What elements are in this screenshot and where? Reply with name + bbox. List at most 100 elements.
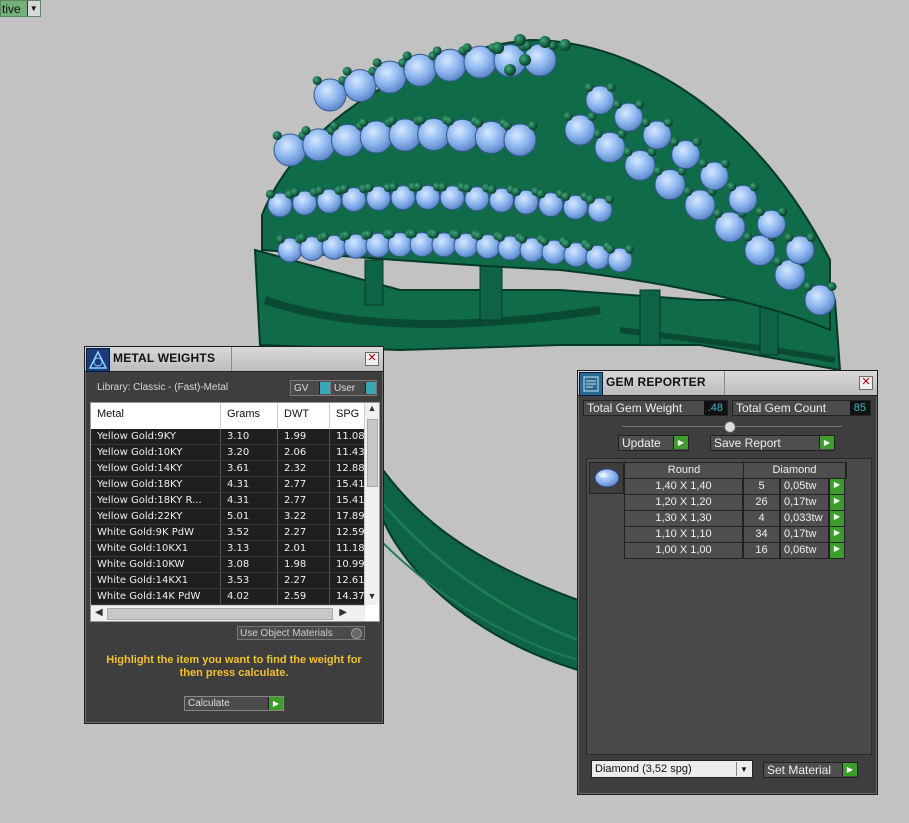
gem-reporter-titlebar[interactable]: GEM REPORTER ✕ [578,371,877,396]
table-row[interactable]: Yellow Gold:14KY 3.61 2.32 12.88 [91,461,365,477]
scroll-thumb[interactable] [367,419,378,487]
update-label: Update [622,436,661,450]
prong-shape [635,99,645,109]
toggle-icon [319,382,330,394]
play-arrow-icon[interactable]: ▶ [842,763,857,776]
gem-row[interactable]: 1,20 X 1,20 26 0,17tw ▶ [624,495,847,511]
prong-shape [625,244,635,254]
scroll-left-icon[interactable]: ◀ [95,607,103,618]
table-cell: Yellow Gold:18KY [91,477,221,492]
calculate-label: Calculate [188,698,230,709]
prong-shape [584,82,594,92]
gem-table-header: Round Diamond [624,462,847,479]
prong-shape [528,121,538,131]
prong-shape [364,183,374,193]
prong-shape [653,166,663,176]
table-cell: 11.18 [330,541,365,556]
table-cell: 2.01 [278,541,330,556]
play-arrow-icon[interactable]: ▶ [819,436,834,449]
play-arrow-icon[interactable]: ▶ [829,495,845,511]
titlebar-divider [231,347,232,371]
play-arrow-icon[interactable]: ▶ [829,511,845,527]
column-header[interactable]: Metal [91,403,221,429]
scroll-up-icon[interactable]: ▲ [365,403,379,417]
metal-weights-titlebar[interactable]: METAL WEIGHTS ✕ [85,347,383,372]
close-icon[interactable]: ✕ [859,376,873,390]
table-row[interactable]: Yellow Gold:18KY 4.31 2.77 15.41 [91,477,365,493]
table-cell: Yellow Gold:9KY [91,429,221,444]
table-row[interactable]: White Gold:14KX1 3.53 2.27 12.61 [91,573,365,589]
gem-row[interactable]: 1,00 X 1,00 16 0,06tw ▶ [624,543,847,559]
calculate-button[interactable]: Calculate ▶ [184,696,284,711]
prong-shape [512,186,522,196]
update-button[interactable]: Update ▶ [618,435,689,451]
size-slider[interactable] [622,421,842,433]
prong-shape [605,194,615,204]
round-gem-icon[interactable] [589,462,624,494]
column-header[interactable]: DWT [278,403,330,429]
play-arrow-icon[interactable]: ▶ [829,479,845,495]
prong-shape [342,66,352,76]
table-row[interactable]: Yellow Gold:18KY R... 4.31 2.77 15.41 [91,493,365,509]
column-header[interactable]: Grams [221,403,278,429]
close-icon[interactable]: ✕ [365,352,379,366]
save-report-button[interactable]: Save Report ▶ [710,435,835,451]
gv-toggle[interactable]: GV [290,380,331,396]
prong-shape [473,231,483,241]
prong-shape [330,121,340,131]
play-arrow-icon[interactable]: ▶ [829,543,845,559]
gem-cell: 0,05tw [780,479,829,495]
play-arrow-icon[interactable]: ▶ [268,697,283,710]
vertical-scrollbar[interactable]: ▲ ▼ [364,403,379,605]
prong-shape [720,158,730,168]
prong-shape [539,236,549,246]
use-object-materials-option[interactable]: Use Object Materials [237,626,365,640]
scroll-thumb[interactable] [107,608,333,620]
table-row[interactable]: White Gold:9K PdW 3.52 2.27 12.59 [91,525,365,541]
table-row[interactable]: White Gold:14K PdW 4.02 2.59 14.37 [91,589,365,605]
mode-dropdown[interactable]: tive ▼ [0,0,41,17]
shape-header: Round [625,463,744,478]
prong-shape [388,182,398,192]
total-gem-count: Total Gem Count 85 [732,400,871,416]
chevron-down-icon[interactable]: ▼ [736,762,751,776]
user-toggle[interactable]: User [330,380,377,396]
gem-row[interactable]: 1,30 X 1,30 4 0,033tw ▶ [624,511,847,527]
play-arrow-icon[interactable]: ▶ [673,436,688,449]
column-header[interactable]: SPG [330,403,365,429]
titlebar-divider [724,371,725,395]
mode-label: tive [2,1,21,16]
chevron-down-icon[interactable]: ▼ [26,1,40,16]
play-arrow-icon[interactable]: ▶ [829,527,845,543]
table-row[interactable]: White Gold:10KX1 3.13 2.01 11.18 [91,541,365,557]
gem-cell: 1,40 X 1,40 [624,479,743,495]
table-row[interactable]: Yellow Gold:22KY 5.01 3.22 17.89 [91,509,365,525]
material-select[interactable]: Diamond (3,52 spg) ▼ [591,760,753,778]
gem-row[interactable]: 1,10 X 1,10 34 0,17tw ▶ [624,527,847,543]
table-row[interactable]: Yellow Gold:9KY 3.10 1.99 11.08 [91,429,365,445]
table-cell: 2.32 [278,461,330,476]
gem-table: Round Diamond 1,40 X 1,40 5 0,05tw ▶ 1,20 X … [624,462,847,559]
table-row[interactable]: White Gold:10KW 3.08 1.98 10.99 [91,557,365,573]
radio-icon[interactable] [351,628,362,639]
table-cell: 2.27 [278,525,330,540]
table-cell: 10.99 [330,557,365,572]
table-cell: White Gold:10KW [91,557,221,572]
prong-shape [413,182,423,192]
slider-knob[interactable] [724,421,736,433]
scroll-right-icon[interactable]: ▶ [339,607,347,618]
prong-shape [803,282,813,291]
horizontal-scrollbar[interactable]: ◀ ▶ [91,605,365,621]
prong-shape [773,256,783,266]
prong-shape [593,129,603,139]
prong-shape [290,187,300,197]
prong-shape [363,229,373,239]
set-material-label: Set Material [767,763,832,777]
table-cell: 3.13 [221,541,278,556]
gem-row[interactable]: 1,40 X 1,40 5 0,05tw ▶ [624,479,847,495]
panel-title: METAL WEIGHTS [113,351,216,365]
scroll-down-icon[interactable]: ▼ [365,591,379,605]
set-material-button[interactable]: Set Material ▶ [763,762,858,778]
table-row[interactable]: Yellow Gold:10KY 3.20 2.06 11.43 [91,445,365,461]
table-cell: White Gold:9K PdW [91,525,221,540]
